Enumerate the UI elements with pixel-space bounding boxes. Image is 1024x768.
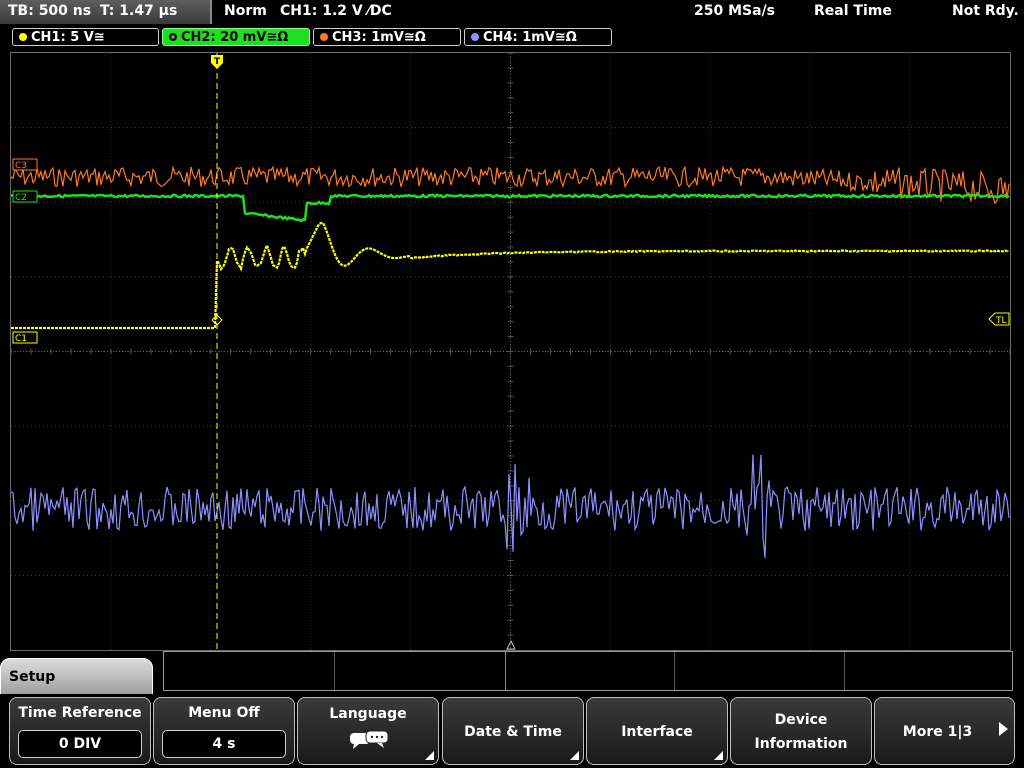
device-information-softkey[interactable]: Device Information: [730, 697, 872, 765]
trigger-position-marker[interactable]: T: [211, 55, 223, 69]
trigger-time-text: T: 1.47 µs: [100, 3, 178, 19]
channel-tab-ch4[interactable]: CH4: 1mV≅Ω: [464, 28, 612, 46]
interface-softkey[interactable]: Interface: [586, 697, 728, 765]
menu-title-tab: Setup: [0, 658, 153, 698]
ch1-color-dot: [19, 33, 27, 41]
trigger-position-label: T: [214, 57, 221, 67]
scope-display[interactable]: T C3 C2 C1 TL: [10, 52, 1011, 651]
channel-tab-ch1[interactable]: CH1: 5 V≅: [12, 28, 159, 46]
time-reference-softkey[interactable]: Time Reference 0 DIV: [9, 697, 151, 765]
trigger-source[interactable]: CH1: 1.2 V ⁄DC: [280, 3, 392, 19]
more-softkey[interactable]: More 1|3: [874, 697, 1015, 765]
menu-off-softkey[interactable]: Menu Off 4 s: [153, 697, 295, 765]
trigger-level-marker[interactable]: TL: [988, 312, 1010, 326]
acquisition-mode: Real Time: [814, 3, 892, 19]
softkey-label-line1: Device: [774, 712, 828, 728]
channel-tab-ch3[interactable]: CH3: 1mV≅Ω: [313, 28, 461, 46]
softkey-label: Language: [329, 706, 407, 722]
graticule: [10, 52, 1011, 651]
submenu-indicator-icon: [425, 751, 434, 760]
ch3-color-dot: [320, 33, 328, 41]
language-softkey[interactable]: Language: [297, 697, 439, 765]
menu-info-strip: [163, 651, 1013, 691]
date-time-softkey[interactable]: Date & Time: [442, 697, 584, 765]
softkey-label: Menu Off: [188, 705, 260, 721]
ch3-marker-label: C3: [15, 161, 27, 171]
time-reference-value: 0 DIV: [18, 730, 142, 758]
timebase-box[interactable]: TB: 500 ns T: 1.47 µs: [0, 0, 212, 24]
ch3-marker[interactable]: C3: [12, 158, 38, 171]
submenu-indicator-icon: [714, 751, 723, 760]
softkey-label: Time Reference: [18, 705, 142, 721]
softkey-label: Date & Time: [464, 724, 562, 740]
ch2-color-dot: [169, 33, 177, 41]
menu-off-value: 4 s: [162, 730, 286, 758]
ch1-marker-label: C1: [15, 334, 27, 344]
channel-tab-label: CH2: 20 mV≅Ω: [181, 29, 289, 45]
softkey-label: More 1|3: [902, 724, 973, 740]
trigger-mode[interactable]: Norm: [224, 3, 267, 19]
ch2-marker-label: C2: [15, 193, 27, 203]
channel-tab-label: CH3: 1mV≅Ω: [332, 29, 426, 45]
ch2-marker[interactable]: C2: [12, 190, 38, 203]
trigger-state: Not Rdy.: [952, 3, 1019, 19]
ch4-color-dot: [471, 33, 479, 41]
softkey-label-line2: Information: [754, 736, 848, 752]
channel-tab-ch2[interactable]: CH2: 20 mV≅Ω: [162, 28, 310, 46]
sample-rate: 250 MSa/s: [694, 3, 776, 19]
status-bar: TB: 500 ns T: 1.47 µs Norm CH1: 1.2 V ⁄D…: [0, 0, 1024, 24]
waveform-canvas: T C3 C2 C1 TL: [10, 52, 1011, 651]
speech-bubbles-icon: [350, 730, 389, 749]
ch1-marker[interactable]: C1: [12, 331, 38, 344]
trigger-level-label: TL: [995, 316, 1007, 326]
channel-tab-label: CH1: 5 V≅: [31, 29, 105, 45]
submenu-indicator-icon: [570, 751, 579, 760]
timebase-text: TB: 500 ns: [8, 3, 92, 19]
channel-tab-label: CH4: 1mV≅Ω: [483, 29, 577, 45]
next-page-arrow-icon: [999, 722, 1008, 736]
softkey-label: Interface: [621, 724, 693, 740]
